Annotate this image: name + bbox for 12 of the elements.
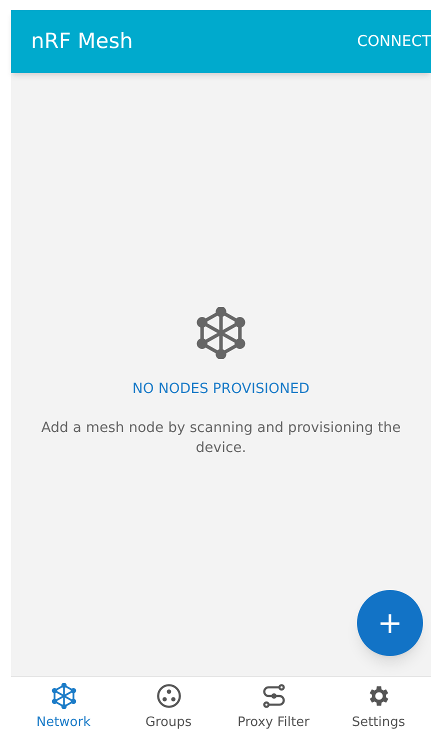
- empty-heading: NO NODES PROVISIONED: [132, 380, 310, 399]
- empty-message: Add a mesh node by scanning and provisioning the device.: [40, 419, 402, 458]
- add-button[interactable]: +: [357, 590, 423, 656]
- network-icon: [50, 682, 76, 709]
- mesh-network-icon: [195, 307, 247, 359]
- nav-tab[interactable]: Groups: [116, 677, 221, 738]
- nav-tab[interactable]: Network: [11, 677, 116, 738]
- nav-tab[interactable]: Settings: [326, 677, 431, 738]
- circle-dots-icon: [156, 682, 182, 709]
- filter-path-icon: [260, 682, 286, 709]
- app-title: nRF Mesh: [31, 28, 133, 55]
- nav-tab[interactable]: Proxy Filter: [221, 677, 326, 738]
